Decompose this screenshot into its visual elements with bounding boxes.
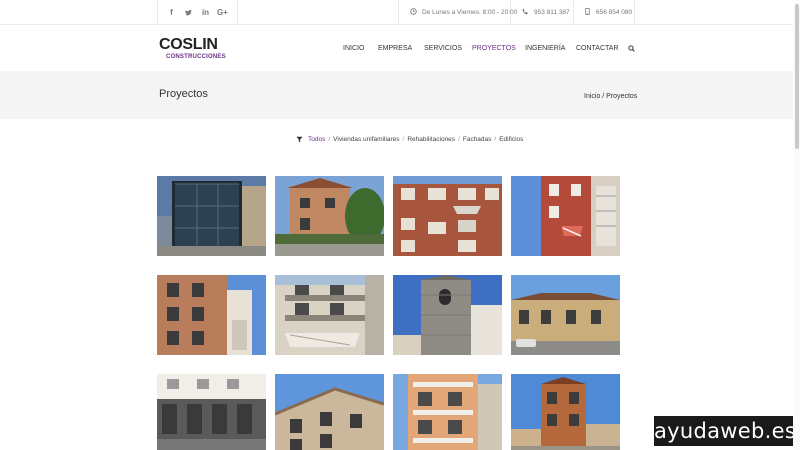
filter-separator: / [402, 136, 405, 143]
filter-viviendas[interactable]: Viviendas unifamiliares [333, 136, 399, 143]
opening-hours: De Lunes a Viernes: 8:00 - 20:00 [410, 0, 517, 25]
filter-separator: / [494, 136, 497, 143]
filter-icon [296, 136, 303, 143]
project-photo-4[interactable] [511, 176, 620, 256]
opening-hours-text: De Lunes a Viernes: 8:00 - 20:00 [422, 9, 518, 16]
nav-empresa[interactable]: EMPRESA [378, 45, 412, 53]
filter-todos[interactable]: Todos [308, 136, 325, 143]
nav-ingenieria[interactable]: INGENIERÍA [525, 45, 565, 53]
nav-contactar[interactable]: CONTACTAR [576, 45, 619, 53]
project-photo-5[interactable] [157, 275, 266, 355]
filter-fachadas[interactable]: Fachadas [463, 136, 492, 143]
project-photo-9[interactable] [157, 374, 266, 450]
project-photo-1[interactable] [157, 176, 266, 256]
phone-text: 953 811 387 [534, 9, 570, 16]
project-photo-8[interactable] [511, 275, 620, 355]
divider [573, 0, 574, 25]
header: COSLIN CONSTRUCCIONES INICIO EMPRESA SER… [0, 25, 800, 71]
mobile-text: 656 854 080 [596, 9, 633, 16]
nav-proyectos[interactable]: PROYECTOS [472, 45, 516, 53]
logo-main-text: COSLIN [159, 36, 218, 53]
mobile-number[interactable]: 656 854 080 [584, 0, 632, 25]
clock-icon [410, 8, 417, 15]
nav-inicio[interactable]: INICIO [343, 45, 364, 53]
divider [398, 0, 399, 25]
phone-icon [522, 8, 528, 15]
watermark: ayudaweb.es [654, 416, 796, 446]
filter-rehabilitaciones[interactable]: Rehabilitaciones [407, 136, 455, 143]
project-photo-6[interactable] [275, 275, 384, 355]
project-photo-12[interactable] [511, 374, 620, 450]
divider [157, 0, 158, 25]
mobile-icon [585, 8, 590, 15]
twitter-icon[interactable] [180, 0, 197, 25]
page-title-band [0, 71, 800, 119]
googleplus-icon[interactable]: G+ [214, 0, 231, 25]
breadcrumb[interactable]: Inicio / Proyectos [584, 93, 637, 101]
linkedin-icon[interactable]: in [197, 0, 214, 25]
project-photo-3[interactable] [393, 176, 502, 256]
nav-servicios[interactable]: SERVICIOS [424, 45, 462, 53]
scrollbar-thumb[interactable] [795, 4, 799, 149]
facebook-icon[interactable]: f [163, 0, 180, 25]
page-title: Proyectos [159, 88, 208, 100]
divider [634, 0, 635, 25]
top-bar: f in G+ De Lunes a Viernes: 8:00 - 20:00… [0, 0, 800, 25]
project-photo-11[interactable] [393, 374, 502, 450]
filter-separator: / [328, 136, 331, 143]
filter-separator: / [458, 136, 460, 143]
project-photo-10[interactable] [275, 374, 384, 450]
portfolio-filters: Todos / Viviendas unifamiliares / Rehabilita… [308, 136, 523, 144]
logo-sub-text: CONSTRUCCIONES [166, 54, 226, 60]
search-icon[interactable] [628, 45, 635, 52]
phone-number[interactable]: 953 811 387 [522, 0, 570, 25]
filter-edificios[interactable]: Edificios [499, 136, 523, 143]
project-photo-2[interactable] [275, 176, 384, 256]
project-photo-7[interactable] [393, 275, 502, 355]
site-logo[interactable]: COSLIN CONSTRUCCIONES [159, 37, 231, 63]
divider [237, 0, 238, 25]
